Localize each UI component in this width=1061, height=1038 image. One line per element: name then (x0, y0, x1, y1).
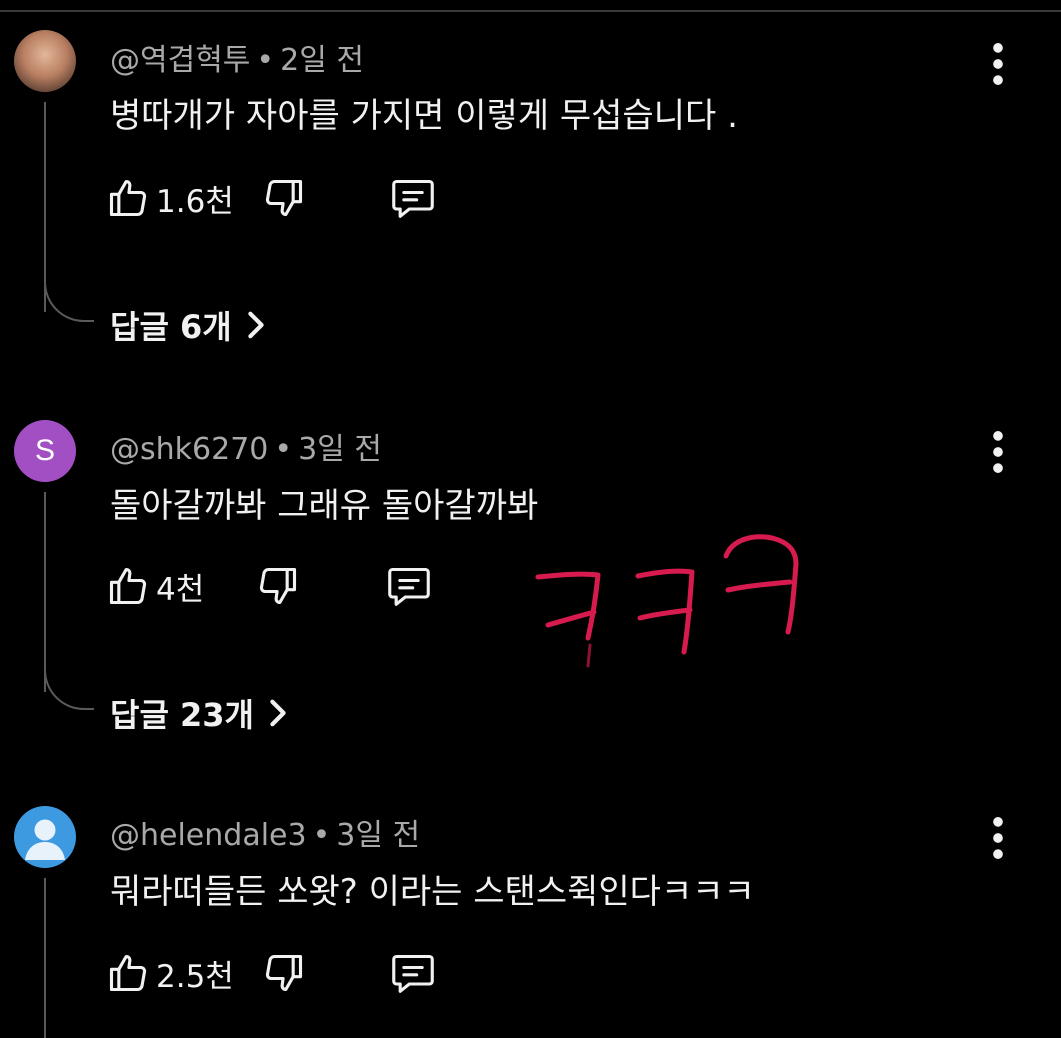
reply-button[interactable] (388, 173, 438, 223)
dislike-button[interactable] (262, 948, 306, 998)
thumb-up-icon (109, 179, 147, 217)
like-button[interactable]: 4천 (106, 561, 204, 611)
view-replies-button[interactable]: 답글 23개 (110, 690, 288, 736)
top-divider (0, 10, 1061, 12)
separator-dot: • (256, 43, 275, 78)
thread-curve (44, 282, 94, 322)
thread-curve (44, 670, 94, 710)
comment-meta: @shk6270 • 3일 전 (110, 424, 382, 468)
comment-text: 뭐라떠들든 쏘왓? 이라는 스탠스쥑인다ㅋㅋㅋ (110, 872, 755, 912)
author-handle[interactable]: @shk6270 (110, 432, 268, 467)
dislike-button[interactable] (262, 173, 306, 223)
more-vert-icon[interactable] (984, 816, 1012, 860)
reply-button[interactable] (384, 561, 434, 611)
replies-label: 답글 23개 (110, 696, 254, 734)
thread-line (44, 102, 46, 312)
timestamp: 2일 전 (280, 43, 364, 78)
replies-label: 답글 6개 (110, 308, 232, 346)
comment-meta: @역겹혁투 • 2일 전 (110, 35, 364, 79)
comment-text: 병따개가 자아를 가지면 이렇게 무섭습니다 . (110, 96, 738, 136)
dislike-button[interactable] (256, 561, 300, 611)
separator-dot: • (274, 432, 293, 467)
comment-actions: 2.5천 (106, 948, 506, 998)
like-count: 4천 (156, 571, 205, 608)
like-count: 2.5천 (156, 958, 234, 995)
author-handle[interactable]: @helendale3 (110, 818, 307, 853)
comment-actions: 4천 (106, 561, 506, 611)
comment-meta: @helendale3 • 3일 전 (110, 810, 420, 854)
reply-comment-icon (388, 567, 430, 606)
more-vert-icon[interactable] (984, 430, 1012, 474)
thumb-up-icon (109, 567, 147, 605)
chevron-right-icon (270, 699, 286, 727)
thumb-down-icon (265, 179, 303, 217)
thumb-down-icon (259, 567, 297, 605)
comment-text: 돌아갈까봐 그래유 돌아갈까봐 (110, 486, 539, 526)
thumb-down-icon (265, 954, 303, 992)
author-handle[interactable]: @역겹혁투 (110, 43, 250, 78)
like-button[interactable]: 1.6천 (106, 173, 234, 223)
avatar[interactable]: S (14, 420, 76, 482)
reply-comment-icon (392, 179, 434, 218)
timestamp: 3일 전 (298, 432, 382, 467)
comment-actions: 1.6천 (106, 173, 506, 223)
view-replies-button[interactable]: 답글 6개 (110, 302, 266, 348)
avatar[interactable] (14, 30, 76, 92)
reply-button[interactable] (388, 948, 438, 998)
handwritten-scribble (535, 534, 799, 668)
thumb-up-icon (109, 954, 147, 992)
thread-line (44, 492, 46, 692)
thread-line (44, 878, 46, 1038)
more-vert-icon[interactable] (984, 42, 1012, 86)
like-button[interactable]: 2.5천 (106, 948, 234, 998)
reply-comment-icon (392, 954, 434, 993)
timestamp: 3일 전 (336, 818, 421, 853)
separator-dot: • (312, 818, 331, 853)
like-count: 1.6천 (156, 183, 234, 220)
avatar[interactable] (14, 806, 76, 868)
default-person-icon (25, 819, 65, 860)
avatar-initial: S (34, 434, 55, 467)
chevron-right-icon (248, 311, 264, 339)
